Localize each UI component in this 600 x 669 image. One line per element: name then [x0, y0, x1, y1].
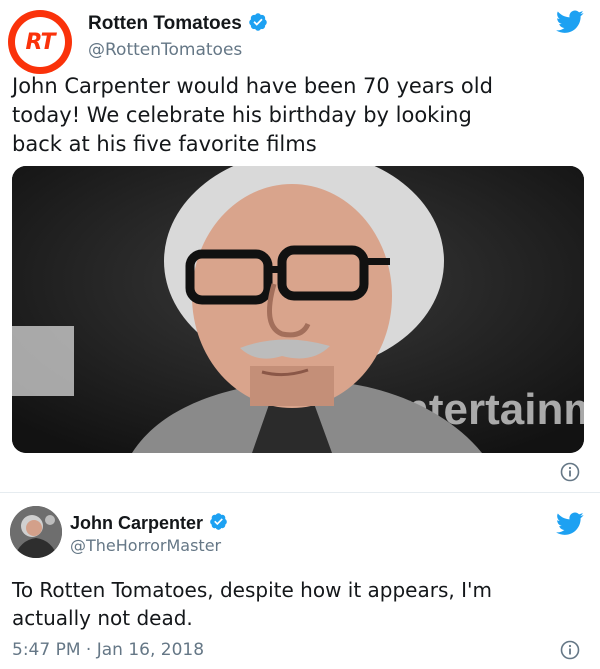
tweet-text-line: back at his five favorite films: [12, 132, 317, 156]
avatar-photo: [10, 506, 62, 558]
tweet-john-carpenter: John Carpenter @TheHorrorMaster To Rotte…: [0, 494, 600, 669]
display-name[interactable]: John Carpenter: [70, 513, 203, 534]
rt-logo-text: RT: [15, 17, 65, 67]
tweet-photo[interactable]: ntertainment: [12, 166, 584, 453]
avatar-rotten-tomatoes[interactable]: RT: [8, 10, 72, 74]
tweet-text: John Carpenter would have been 70 years …: [12, 72, 493, 159]
tweet-divider: [0, 492, 600, 493]
info-icon[interactable]: [560, 462, 580, 486]
twitter-bird-icon[interactable]: [556, 10, 584, 38]
photo-of-elderly-man-with-glasses: ntertainment: [12, 166, 584, 453]
display-name[interactable]: Rotten Tomatoes: [88, 13, 242, 35]
handle[interactable]: @TheHorrorMaster: [70, 536, 221, 555]
handle[interactable]: @RottenTomatoes: [88, 40, 242, 60]
verified-badge-icon: [209, 512, 228, 535]
tweet-text-line: To Rotten Tomatoes, despite how it appea…: [12, 578, 492, 602]
tweet-timestamp[interactable]: 5:47 PM · Jan 16, 2018: [12, 640, 204, 660]
twitter-bird-icon[interactable]: [556, 512, 584, 540]
author-row: John Carpenter: [70, 512, 228, 535]
verified-badge-icon: [248, 12, 268, 36]
tweet-rotten-tomatoes: RT Rotten Tomatoes @RottenTomatoes John …: [0, 0, 600, 493]
tweet-text-line: today! We celebrate his birthday by look…: [12, 103, 472, 127]
author-row: Rotten Tomatoes: [88, 12, 268, 36]
info-icon[interactable]: [560, 640, 580, 664]
tweet-text-line: John Carpenter would have been 70 years …: [12, 74, 493, 98]
tweet-text: To Rotten Tomatoes, despite how it appea…: [12, 576, 492, 632]
tweet-text-line: actually not dead.: [12, 606, 193, 630]
avatar-john-carpenter[interactable]: [10, 506, 62, 558]
